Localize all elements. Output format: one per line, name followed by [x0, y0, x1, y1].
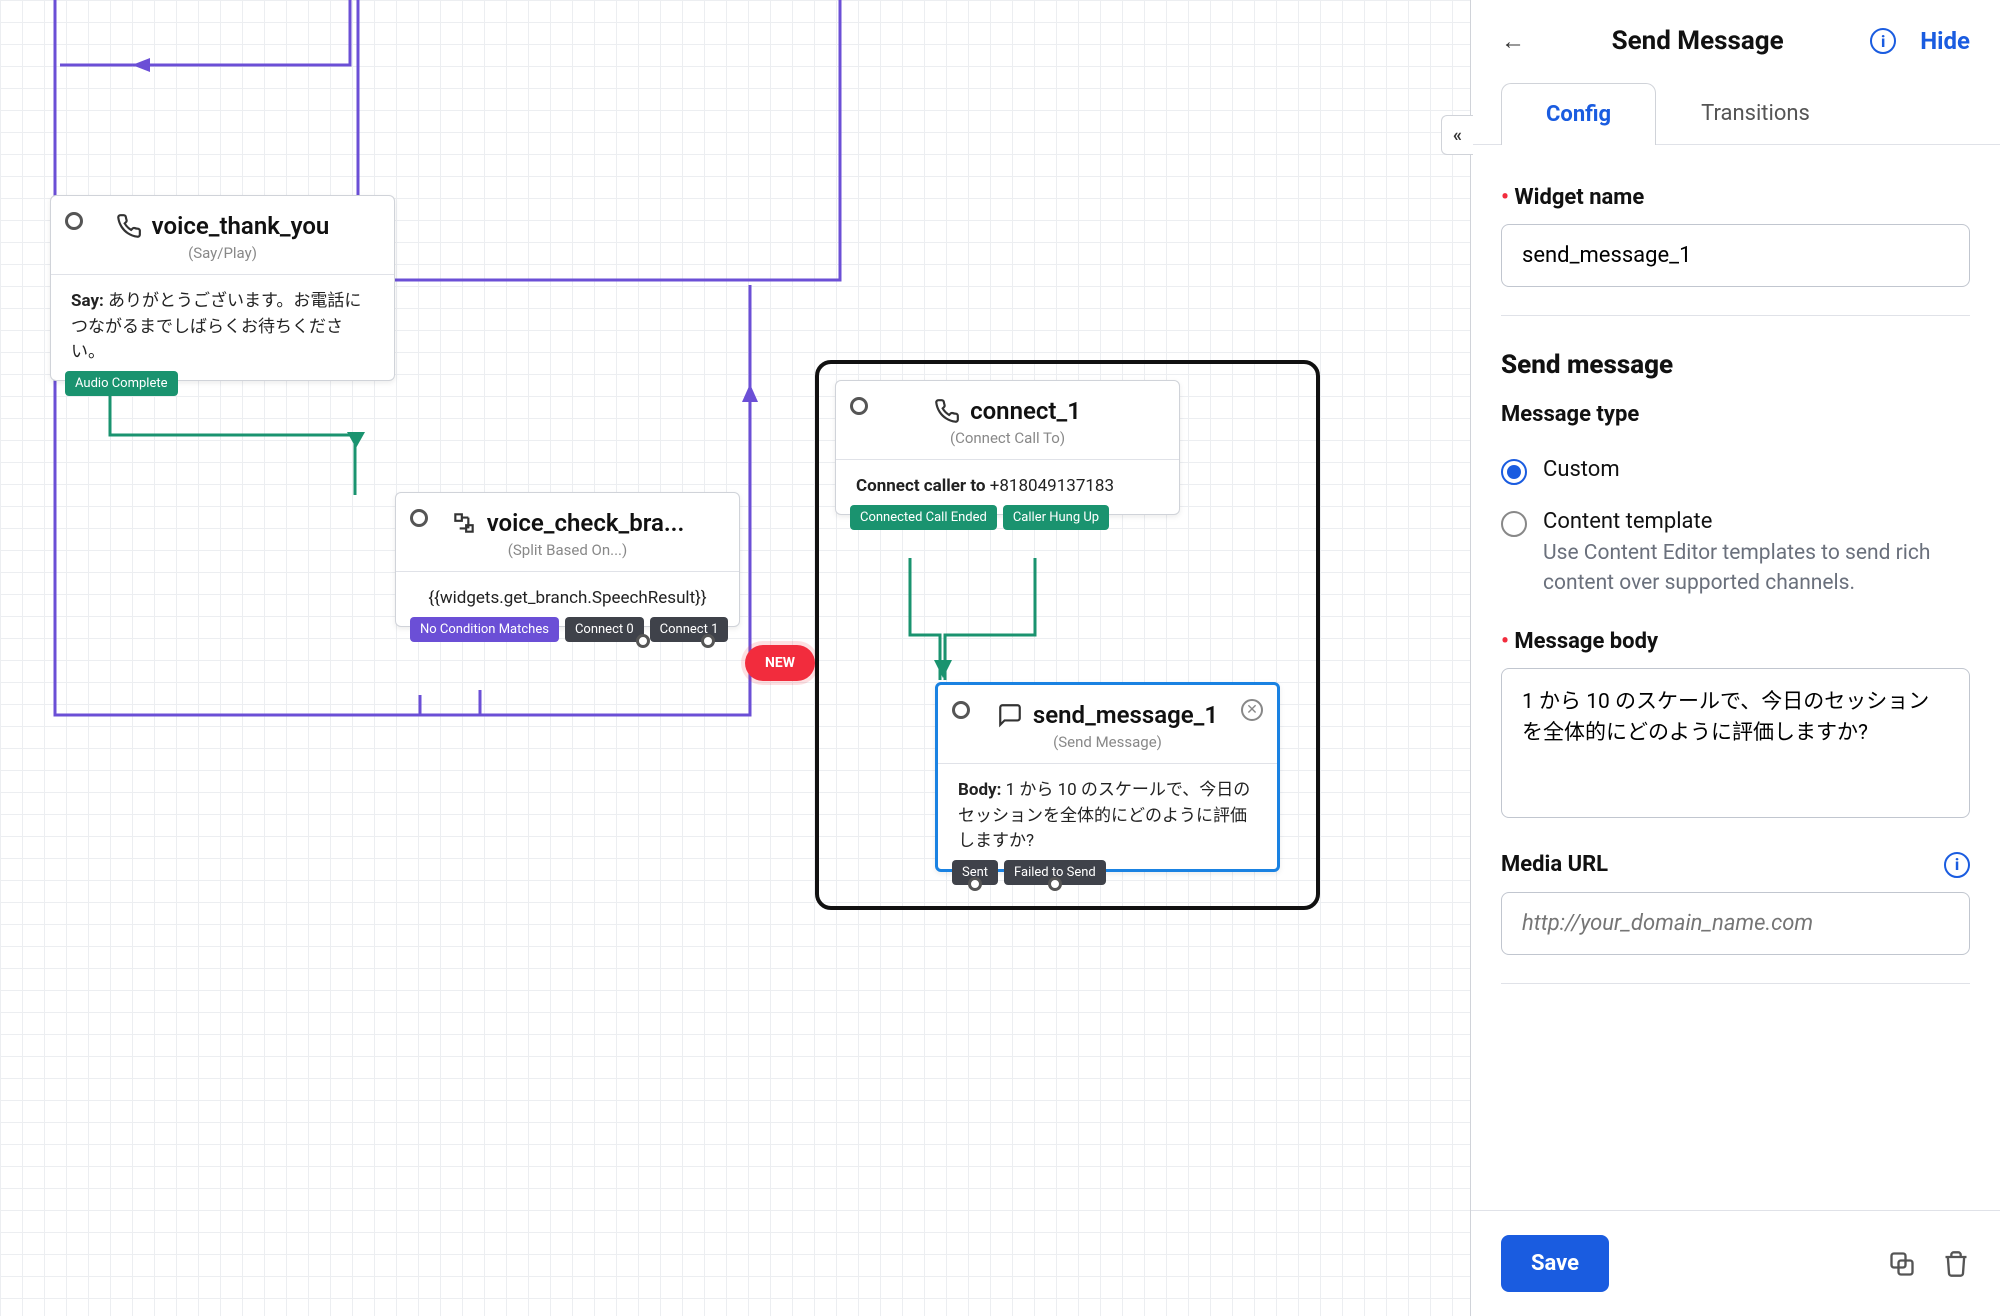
node-anchor-dot[interactable] [850, 397, 868, 415]
pill-audio-complete[interactable]: Audio Complete [65, 371, 178, 396]
split-icon [451, 510, 477, 536]
radio-custom-label: Custom [1543, 457, 1620, 482]
pill-out-dot[interactable] [701, 634, 715, 648]
node-voice-thank-you[interactable]: voice_thank_you (Say/Play) Say: ありがとうござい… [50, 195, 395, 381]
back-arrow-icon[interactable]: ← [1501, 27, 1525, 56]
node-title: send_message_1 [1033, 701, 1218, 729]
info-icon[interactable]: i [1870, 28, 1896, 54]
copy-icon[interactable] [1888, 1250, 1916, 1278]
tab-transitions[interactable]: Transitions [1656, 82, 1855, 144]
pill-call-ended[interactable]: Connected Call Ended [850, 505, 997, 530]
trash-icon[interactable] [1942, 1250, 1970, 1278]
node-anchor-dot[interactable] [952, 701, 970, 719]
save-button[interactable]: Save [1501, 1235, 1609, 1292]
pill-connect-1[interactable]: Connect 1 [650, 617, 729, 642]
tab-config[interactable]: Config [1501, 83, 1656, 145]
pill-out-dot[interactable] [636, 634, 650, 648]
node-anchor-dot[interactable] [65, 212, 83, 230]
phone-icon [934, 398, 960, 424]
message-icon [997, 702, 1023, 728]
label-message-body: Message body [1501, 629, 1970, 654]
config-panel: « ← Send Message i Hide Config Transitio… [1470, 0, 2000, 1316]
radio-template-label: Content template [1543, 509, 1963, 534]
phone-icon [116, 213, 142, 239]
flow-canvas[interactable]: voice_thank_you (Say/Play) Say: ありがとうござい… [0, 0, 1470, 1316]
node-body: Body: 1 から 10 のスケールで、今日のセッションを全体的にどのように評… [938, 763, 1277, 869]
node-connect-1[interactable]: connect_1 (Connect Call To) Connect call… [835, 380, 1180, 515]
panel-title: Send Message [1612, 26, 1784, 56]
node-title: voice_thank_you [152, 212, 330, 240]
collapse-panel-button[interactable]: « [1441, 115, 1473, 155]
hide-button[interactable]: Hide [1920, 27, 1970, 55]
pill-out-dot[interactable] [968, 877, 982, 891]
radio-custom[interactable] [1501, 459, 1527, 485]
node-subtitle: (Send Message) [938, 733, 1277, 763]
node-subtitle: (Split Based On...) [396, 541, 739, 571]
radio-template-desc: Use Content Editor templates to send ric… [1543, 538, 1963, 599]
label-send-message: Send message [1501, 350, 1970, 380]
radio-content-template[interactable] [1501, 511, 1527, 537]
pill-connect-0[interactable]: Connect 0 [565, 617, 644, 642]
new-badge[interactable]: NEW [745, 645, 815, 681]
pill-no-condition[interactable]: No Condition Matches [410, 617, 559, 642]
widget-name-input[interactable] [1501, 224, 1970, 287]
node-subtitle: (Say/Play) [51, 244, 394, 274]
info-icon[interactable]: i [1944, 852, 1970, 878]
node-subtitle: (Connect Call To) [836, 429, 1179, 459]
pill-out-dot[interactable] [1048, 877, 1062, 891]
message-body-textarea[interactable] [1501, 668, 1970, 818]
node-body: Say: ありがとうございます。お電話につながるまでしばらくお待ちください。 [51, 274, 394, 380]
node-title: connect_1 [970, 397, 1081, 425]
node-title: voice_check_bra... [487, 509, 685, 537]
label-media-url: Media URL [1501, 852, 1608, 877]
node-voice-check-branch[interactable]: voice_check_bra... (Split Based On...) {… [395, 492, 740, 627]
node-anchor-dot[interactable] [410, 509, 428, 527]
label-message-type: Message type [1501, 402, 1970, 427]
node-send-message-1[interactable]: ✕ send_message_1 (Send Message) Body: 1 … [935, 682, 1280, 872]
media-url-input[interactable] [1501, 892, 1970, 955]
label-widget-name: Widget name [1501, 185, 1970, 210]
pill-caller-hung-up[interactable]: Caller Hung Up [1003, 505, 1109, 530]
